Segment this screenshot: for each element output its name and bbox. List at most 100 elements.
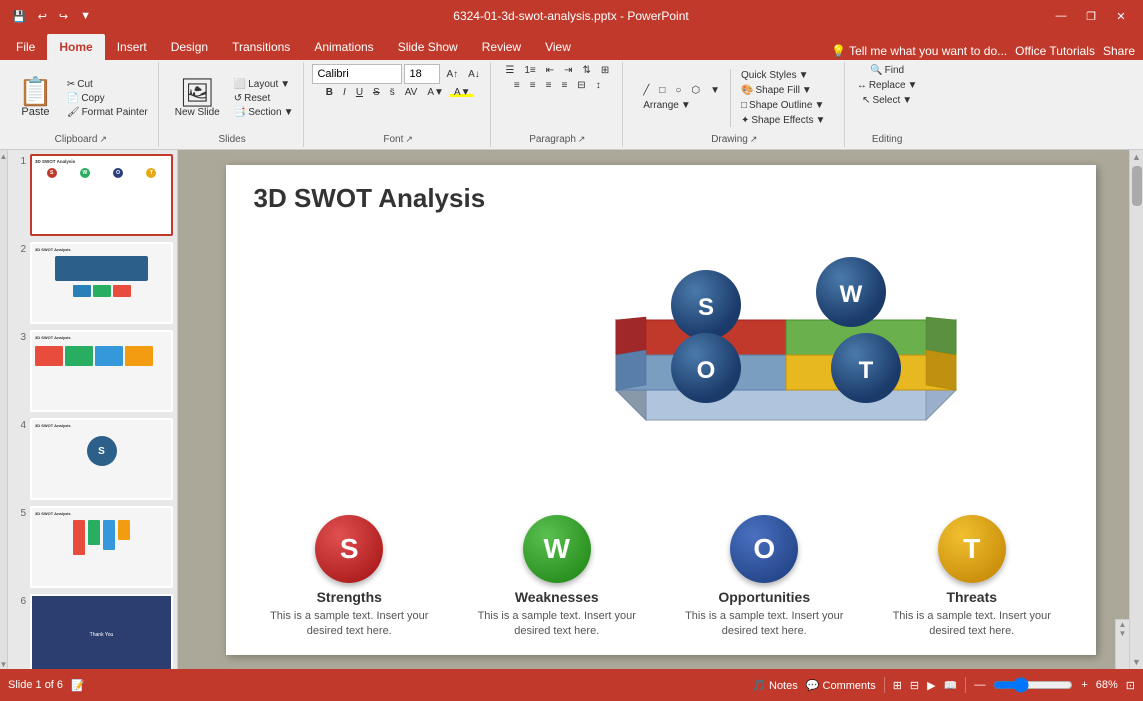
slide-canvas-area[interactable]: 3D SWOT Analysis (178, 150, 1143, 669)
justify-button[interactable]: ≡ (557, 79, 571, 92)
shape-outline-button[interactable]: □ Shape Outline ▼ (737, 99, 829, 112)
slide-thumb-2[interactable]: 2 3D SWOT Analysis (12, 242, 173, 324)
slide-thumb-4[interactable]: 4 3D SWOT Analysis S (12, 418, 173, 500)
slide-thumbnails-panel: 1 3D SWOT Analysis S W O T 2 (8, 150, 178, 669)
font-color-button[interactable]: A▼ (423, 86, 448, 99)
new-slide-button[interactable]: 🖼 New Slide (167, 75, 228, 122)
shape-line-button[interactable]: ╱ (639, 84, 653, 97)
zoom-in-button[interactable]: + (1081, 679, 1087, 691)
font-size-selector[interactable]: 18 (404, 64, 440, 84)
scroll-up-button[interactable]: ▲ (1132, 152, 1141, 162)
scroll-thumb[interactable] (1132, 166, 1142, 206)
fit-to-window-button[interactable]: ⊡ (1126, 679, 1135, 692)
shape-rect-button[interactable]: □ (655, 84, 669, 97)
view-reading-button[interactable]: 📖 (944, 679, 958, 692)
numbering-button[interactable]: 1≡ (520, 64, 539, 77)
increase-font-button[interactable]: A↑ (442, 68, 462, 81)
strikethrough-button[interactable]: S (369, 86, 384, 99)
tab-transitions[interactable]: Transitions (220, 34, 302, 60)
share-button[interactable]: Share (1103, 44, 1135, 58)
scroll-down-button[interactable]: ▼ (1132, 657, 1141, 667)
align-center-button[interactable]: ≡ (526, 79, 540, 92)
bullets-button[interactable]: ☰ (501, 64, 518, 77)
tab-design[interactable]: Design (159, 34, 220, 60)
close-button[interactable]: ✕ (1107, 6, 1135, 26)
quick-styles-button[interactable]: Quick Styles ▼ (737, 69, 829, 82)
zoom-slider[interactable] (993, 677, 1073, 693)
slide-thumb-5[interactable]: 5 3D SWOT Analysis (12, 506, 173, 588)
font-expand-icon[interactable]: ↗ (405, 134, 413, 145)
drawing-expand-icon[interactable]: ↗ (750, 134, 758, 145)
customize-icon[interactable]: ▼ (76, 8, 95, 24)
tab-review[interactable]: Review (470, 34, 533, 60)
find-button[interactable]: 🔍 Find (866, 64, 908, 77)
swot-strengths: S Strengths This is a sample text. Inser… (254, 515, 444, 640)
canvas-scrollbar-right[interactable]: ▲ ▼ (1129, 150, 1143, 669)
threats-text: This is a sample text. Insert your desir… (877, 609, 1067, 640)
scroll-down-small[interactable]: ▼ (1119, 629, 1127, 638)
layout-button[interactable]: ⬜ Layout ▼ (230, 78, 298, 91)
decrease-font-button[interactable]: A↓ (464, 68, 484, 81)
cut-button[interactable]: ✂ Cut (63, 78, 152, 91)
underline-button[interactable]: U (352, 86, 367, 99)
columns-button[interactable]: ⊟ (573, 79, 589, 92)
view-outline-button[interactable]: ⊟ (910, 679, 919, 692)
line-spacing-button[interactable]: ↕ (592, 79, 605, 92)
tab-view[interactable]: View (533, 34, 583, 60)
align-right-button[interactable]: ≡ (542, 79, 556, 92)
tab-animations[interactable]: Animations (302, 34, 385, 60)
format-painter-button[interactable]: 🖌 Format Painter (63, 106, 152, 119)
shadow-button[interactable]: s̈ (386, 86, 399, 99)
strengths-circle: S (315, 515, 383, 583)
undo-icon[interactable]: ↩ (34, 8, 51, 25)
shapes-gallery[interactable]: ▼ (706, 84, 724, 97)
office-tutorials-link[interactable]: Office Tutorials (1015, 44, 1095, 58)
clipboard-expand-icon[interactable]: ↗ (99, 134, 107, 145)
restore-button[interactable]: ❐ (1077, 6, 1105, 26)
align-left-button[interactable]: ≡ (510, 79, 524, 92)
notes-button[interactable]: 🎵 Notes (752, 679, 798, 692)
shape-effects-button[interactable]: ✦ Shape Effects ▼ (737, 114, 829, 127)
text-highlight-button[interactable]: A▼ (450, 86, 475, 99)
paste-button[interactable]: 📋 Paste (10, 74, 61, 122)
font-name-selector[interactable]: Calibri (312, 64, 402, 84)
window-title: 6324-01-3d-swot-analysis.pptx - PowerPoi… (95, 9, 1047, 23)
save-icon[interactable]: 💾 (8, 8, 30, 25)
redo-icon[interactable]: ↪ (55, 8, 72, 25)
ribbon-toolbar: 📋 Paste ✂ Cut 📄 Copy 🖌 Format Painter Cl… (0, 60, 1143, 150)
tab-insert[interactable]: Insert (105, 34, 159, 60)
comments-button[interactable]: 💬 Comments (806, 679, 876, 692)
tab-home[interactable]: Home (47, 34, 104, 60)
copy-button[interactable]: 📄 Copy (63, 92, 152, 105)
increase-indent-button[interactable]: ⇥ (560, 64, 576, 77)
convert-to-smartart-button[interactable]: ⊞ (597, 64, 613, 77)
bold-button[interactable]: B (322, 86, 337, 99)
tab-file[interactable]: File (4, 34, 47, 60)
slide-thumb-6[interactable]: 6 Thank You (12, 594, 173, 669)
shape-fill-button[interactable]: 🎨 Shape Fill ▼ (737, 84, 829, 97)
view-slide-show-button[interactable]: ▶ (927, 679, 935, 692)
text-direction-button[interactable]: ⇅ (579, 64, 595, 77)
zoom-out-button[interactable]: — (974, 679, 985, 691)
decrease-indent-button[interactable]: ⇤ (542, 64, 558, 77)
slide-thumb-1[interactable]: 1 3D SWOT Analysis S W O T (12, 154, 173, 236)
italic-button[interactable]: I (339, 86, 350, 99)
tell-me-input[interactable]: 💡 Tell me what you want to do... (831, 44, 1007, 58)
slide-notes-icon[interactable]: 📝 (71, 679, 85, 692)
char-spacing-button[interactable]: AV (401, 86, 422, 99)
minimize-button[interactable]: — (1047, 6, 1075, 26)
scroll-up-small[interactable]: ▲ (1119, 620, 1127, 629)
tab-slideshow[interactable]: Slide Show (386, 34, 470, 60)
paragraph-expand-icon[interactable]: ↗ (578, 134, 586, 145)
shape-more-button[interactable]: ⬡ (687, 84, 704, 97)
arrange-button[interactable]: Arrange ▼ (639, 99, 694, 112)
select-button[interactable]: ↖ Select ▼ (858, 94, 916, 107)
drawing-group: ╱ □ ○ ⬡ ▼ Arrange ▼ Quick Styles ▼ 🎨 Sha… (625, 62, 845, 147)
shape-oval-button[interactable]: ○ (671, 84, 685, 97)
view-normal-button[interactable]: ⊞ (893, 679, 902, 692)
replace-button[interactable]: ↔ Replace ▼ (853, 79, 922, 92)
reset-button[interactable]: ↺ Reset (230, 92, 298, 105)
slide-panel-scrollbar[interactable]: ▲ ▼ (0, 150, 8, 669)
section-button[interactable]: 📑 Section ▼ (230, 106, 298, 119)
slide-thumb-3[interactable]: 3 3D SWOT Analysis (12, 330, 173, 412)
